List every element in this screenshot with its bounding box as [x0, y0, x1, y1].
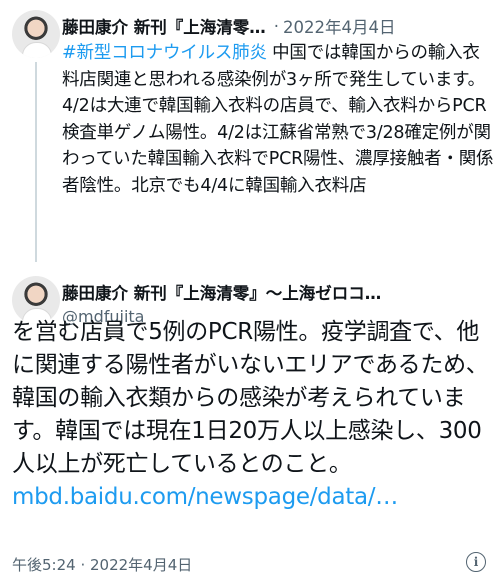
- separator-dot: ·: [273, 16, 279, 36]
- tweet1-body-text: 中国では韓国からの輸入衣料店関連と思われる感染例が3ヶ所で発生しています。4/2…: [62, 43, 494, 196]
- tweet2-timestamp[interactable]: 午後5:24 · 2022年4月4日: [12, 554, 192, 575]
- tweet2-author-name[interactable]: 藤田康介 新刊『上海清零』〜上海ゼロコ…: [62, 280, 492, 304]
- tweet1-date[interactable]: 2022年4月4日: [283, 14, 396, 38]
- hashtag-link[interactable]: #新型コロナウイルス肺炎: [62, 43, 267, 63]
- avatar[interactable]: [12, 10, 60, 58]
- tweet1-text: #新型コロナウイルス肺炎 中国では韓国からの輸入衣料店関連と思われる感染例が3ヶ…: [62, 40, 494, 199]
- tweet1-header: 藤田康介 新刊『上海清零… · 2022年4月4日: [62, 14, 492, 38]
- info-icon[interactable]: i: [466, 552, 486, 572]
- tweet1-author-name[interactable]: 藤田康介 新刊『上海清零…: [62, 14, 266, 38]
- tweet2-text: を営む店員で5例のPCR陽性。疫学調査で、他に関連する陽性者がいないエリアである…: [12, 316, 494, 514]
- tweet2-link[interactable]: mbd.baidu.com/newspage/data/…: [12, 484, 398, 510]
- thread-connector-line: [35, 62, 37, 262]
- tweet2-body-text: を営む店員で5例のPCR陽性。疫学調査で、他に関連する陽性者がいないエリアである…: [12, 319, 489, 477]
